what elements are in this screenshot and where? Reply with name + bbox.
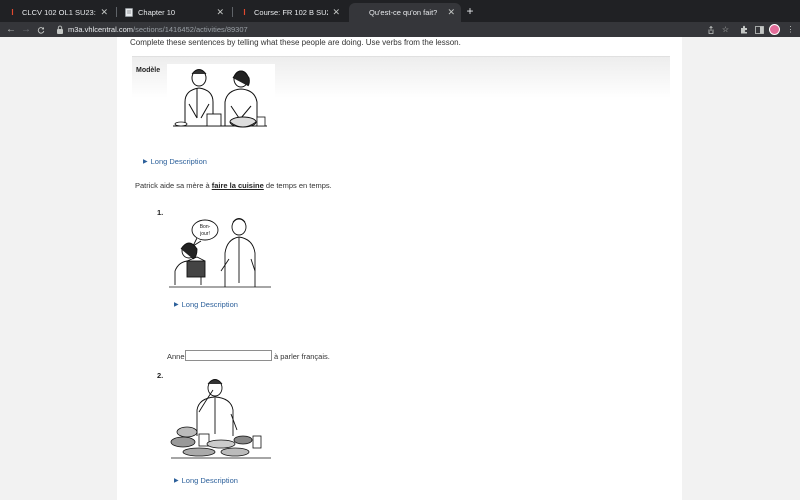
long-description-label: Long Description [181,476,238,485]
vhl-icon [355,8,364,17]
profile-avatar[interactable] [769,24,780,35]
browser-toolbar: ← → m3a.vhlcentral.com/sections/1416452/… [0,22,800,37]
forward-button[interactable]: → [20,22,32,37]
model-answer: faire la cuisine [211,181,264,190]
canvas-icon: I [11,8,14,17]
tab-clcv[interactable]: I CLCV 102 OL1 SU23: Pearson ✕ [2,3,114,22]
tab-separator [116,7,117,17]
activity-card: Complete these sentences by telling what… [117,37,682,500]
lock-icon[interactable] [56,25,64,34]
question-1-answer-input[interactable] [185,350,272,361]
canvas-icon: I [243,8,246,17]
new-tab-button[interactable]: + [463,3,477,19]
long-description-toggle[interactable]: ▶ Long Description [174,300,238,309]
tab-title: Course: FR 102 B SU23: Eleme [254,8,328,17]
model-label: Modèle [136,67,161,74]
tab-title: Chapter 10 [138,8,176,17]
tab-chapter[interactable]: Chapter 10 ✕ [118,3,230,22]
tab-title: CLCV 102 OL1 SU23: Pearson [22,8,96,17]
page-viewport: Complete these sentences by telling what… [0,37,800,500]
close-icon[interactable]: ✕ [332,7,340,18]
url-domain: m3a.vhlcentral.com [68,25,134,34]
speech-bubble-text-bottom: jour! [199,231,210,237]
question-2-illustration [169,376,273,460]
close-icon[interactable]: ✕ [100,7,108,18]
tab-title: Qu'est-ce qu'on fait? [369,8,438,17]
url-path: /sections/1416452/activities/89307 [133,25,248,34]
question-1-sentence-start: Anne [167,352,185,361]
speech-bubble-text-top: Bon- [200,224,211,230]
tab-separator [232,7,233,17]
share-icon[interactable] [705,24,716,35]
long-description-toggle[interactable]: ▶ Long Description [143,157,207,166]
close-icon[interactable]: ✕ [447,7,455,18]
long-description-toggle[interactable]: ▶ Long Description [174,476,238,485]
question-number: 2. [157,371,164,380]
extensions-icon[interactable] [739,24,750,35]
side-panel-icon[interactable] [754,24,765,35]
question-number: 1. [157,208,164,217]
tab-fr102[interactable]: I Course: FR 102 B SU23: Eleme ✕ [234,3,346,22]
reload-button[interactable] [35,22,47,37]
model-sentence-end: de temps en temps. [263,181,332,190]
model-panel: Modèle [132,56,670,160]
close-icon[interactable]: ✕ [216,7,224,18]
lesson-illustration: Bon- jour! [169,218,271,288]
triangle-right-icon: ▶ [174,302,179,308]
long-description-label: Long Description [150,157,207,166]
cooking-illustration [173,69,267,128]
triangle-right-icon: ▶ [143,159,148,165]
activity-instructions: Complete these sentences by telling what… [130,38,461,47]
triangle-right-icon: ▶ [174,478,179,484]
question-1-sentence-end: à parler français. [274,352,330,361]
document-icon [124,8,133,17]
address-bar[interactable]: m3a.vhlcentral.com/sections/1416452/acti… [68,24,248,35]
tab-activity[interactable]: Qu'est-ce qu'on fait? ✕ [349,3,461,22]
dishes-illustration [170,379,271,459]
bookmark-star-icon[interactable]: ☆ [720,24,731,35]
model-illustration [167,64,275,136]
browser-tab-bar: I CLCV 102 OL1 SU23: Pearson ✕ Chapter 1… [0,0,800,22]
more-menu-icon[interactable]: ⋮ [785,24,796,35]
question-1-illustration: Bon- jour! [167,213,273,289]
model-sentence: Patrick aide sa mère à faire la cuisine … [135,181,332,190]
back-button[interactable]: ← [5,22,17,37]
model-sentence-start: Patrick aide sa mère à [135,181,212,190]
long-description-label: Long Description [181,300,238,309]
reload-icon [37,26,45,34]
